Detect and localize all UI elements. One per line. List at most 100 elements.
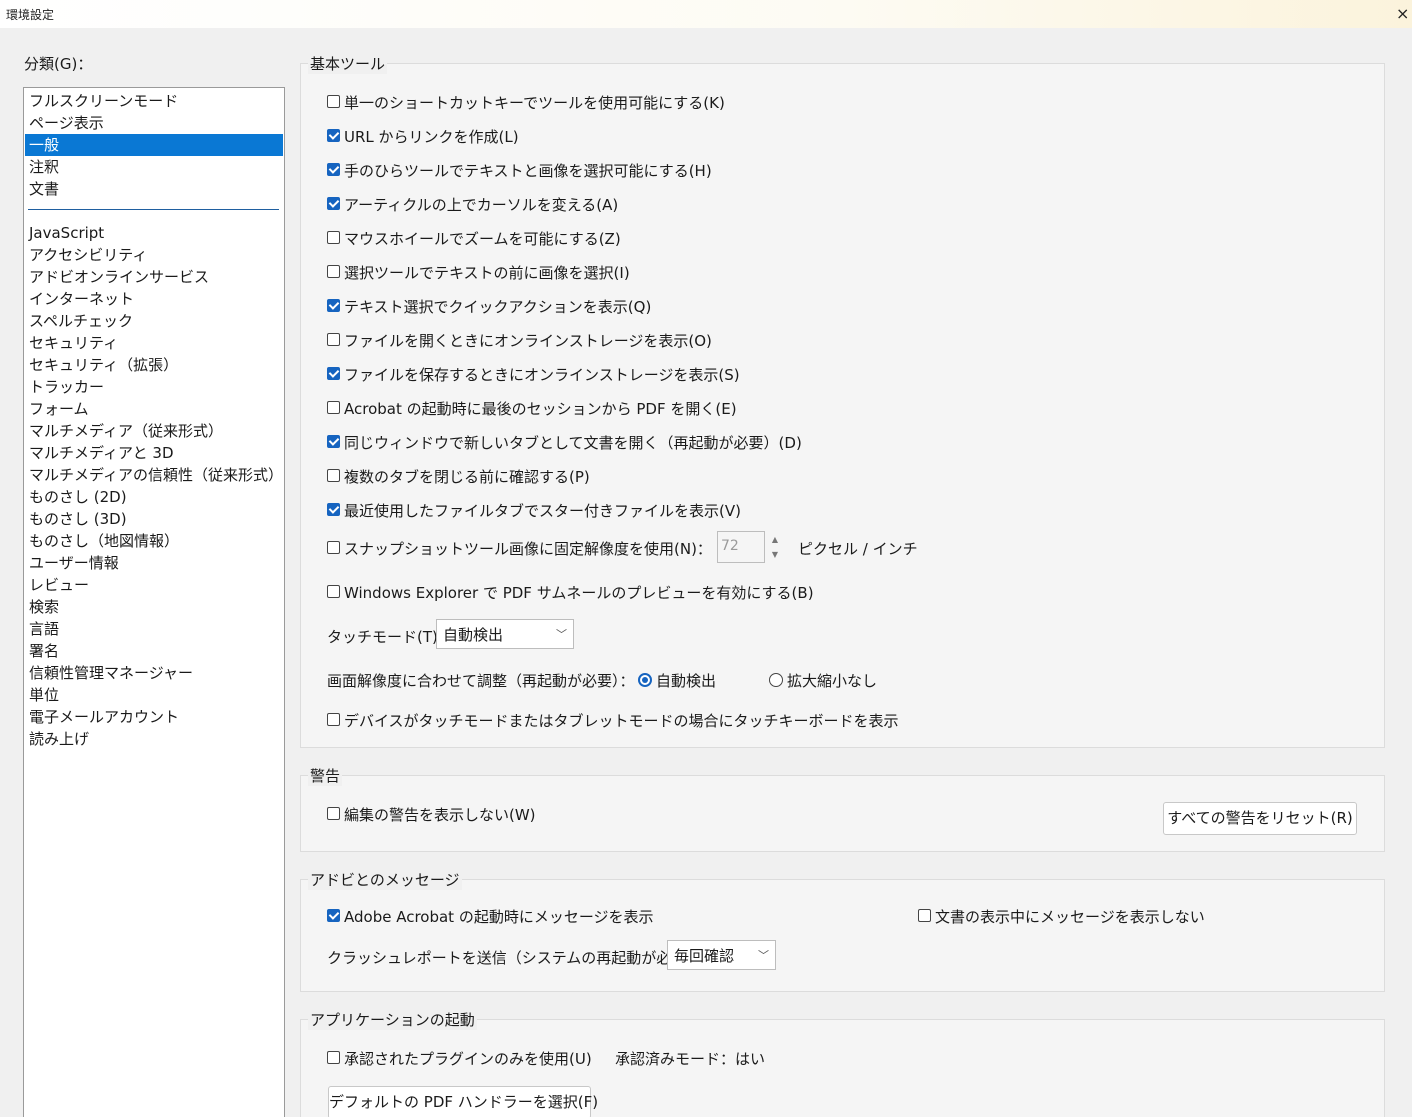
label-no-messages-while-viewing: 文書の表示中にメッセージを表示しない: [935, 908, 1205, 926]
checkbox-show-messages-on-launch[interactable]: [327, 909, 340, 922]
category-item[interactable]: 電子メールアカウント: [25, 706, 283, 728]
category-item[interactable]: 信頼性管理マネージャー: [25, 662, 283, 684]
touch-mode-select[interactable]: 自動検出 ﹀: [436, 619, 574, 649]
label-resolution-auto: 自動検出: [656, 672, 717, 690]
spin-up-icon[interactable]: ▲: [769, 534, 781, 546]
checkbox-mouse-wheel-zoom[interactable]: [327, 231, 340, 244]
label-create-links-from-urls: URL からリンクを作成(L): [344, 128, 519, 146]
label-resolution-none: 拡大縮小なし: [787, 672, 878, 690]
label-screen-resolution: 画面解像度に合わせて調整（再起動が必要）：: [327, 672, 635, 690]
category-list[interactable]: フルスクリーンモード ページ表示 一般 注釈 文書 JavaScript アクセ…: [23, 87, 285, 1117]
category-item[interactable]: アドビオンラインサービス: [25, 266, 283, 288]
label-starred-files: 最近使用したファイルタブでスター付きファイルを表示(V): [344, 502, 741, 520]
checkbox-article-cursor[interactable]: [327, 197, 340, 210]
category-item[interactable]: ものさし (3D): [25, 508, 283, 530]
chevron-down-icon: ﹀: [556, 628, 567, 641]
category-item[interactable]: トラッカー: [25, 376, 283, 398]
title-bar: 環境設定 ×: [0, 0, 1412, 28]
group-title-application-startup: アプリケーションの起動: [308, 1009, 477, 1030]
window-title: 環境設定: [6, 8, 55, 22]
category-item[interactable]: インターネット: [25, 288, 283, 310]
snapshot-resolution-input[interactable]: 72: [717, 531, 765, 563]
checkbox-no-messages-while-viewing[interactable]: [918, 909, 931, 922]
category-item[interactable]: スペルチェック: [25, 310, 283, 332]
category-item[interactable]: ものさし（地図情報）: [25, 530, 283, 552]
category-item-comments[interactable]: 注釈: [25, 156, 283, 178]
radio-resolution-auto[interactable]: [638, 673, 652, 687]
category-item[interactable]: 単位: [25, 684, 283, 706]
label-reopen-last-session: Acrobat の起動時に最後のセッションから PDF を開く(E): [344, 400, 737, 418]
category-item[interactable]: フォーム: [25, 398, 283, 420]
label-hide-edit-warnings: 編集の警告を表示しない(W): [344, 806, 536, 824]
category-item[interactable]: マルチメディアと 3D: [25, 442, 283, 464]
checkbox-quick-actions[interactable]: [327, 299, 340, 312]
label-confirm-close-tabs: 複数のタブを閉じる前に確認する(P): [344, 468, 590, 486]
close-icon[interactable]: ×: [1396, 4, 1410, 22]
label-snapshot-fixed-resolution: スナップショットツール画像に固定解像度を使用(N)：: [344, 540, 712, 558]
checkbox-create-links-from-urls[interactable]: [327, 129, 340, 142]
checkbox-reopen-last-session[interactable]: [327, 401, 340, 414]
chevron-down-icon: ﹀: [758, 949, 769, 962]
category-separator: [28, 209, 279, 210]
checkbox-hand-tool-select[interactable]: [327, 163, 340, 176]
category-item[interactable]: レビュー: [25, 574, 283, 596]
label-article-cursor: アーティクルの上でカーソルを変える(A): [344, 196, 619, 214]
category-item[interactable]: アクセシビリティ: [25, 244, 283, 266]
select-default-pdf-handler-button[interactable]: デフォルトの PDF ハンドラーを選択(F): [328, 1086, 598, 1117]
label-quick-actions: テキスト選択でクイックアクションを表示(Q): [344, 298, 652, 316]
checkbox-explorer-preview[interactable]: [327, 585, 340, 598]
group-title-adobe-messages: アドビとのメッセージ: [308, 869, 462, 890]
label-online-storage-save: ファイルを保存するときにオンラインストレージを表示(S): [344, 366, 740, 384]
label-hand-tool-select: 手のひらツールでテキストと画像を選択可能にする(H): [344, 162, 712, 180]
category-item[interactable]: ものさし (2D): [25, 486, 283, 508]
category-label: 分類(G)：: [24, 55, 93, 73]
label-online-storage-open: ファイルを開くときにオンラインストレージを表示(O): [344, 332, 712, 350]
radio-resolution-none[interactable]: [769, 673, 783, 687]
category-item-documents[interactable]: 文書: [25, 178, 283, 200]
checkbox-confirm-close-tabs[interactable]: [327, 469, 340, 482]
category-item[interactable]: ユーザー情報: [25, 552, 283, 574]
certified-mode-value: はい: [735, 1050, 766, 1068]
label-show-messages-on-launch: Adobe Acrobat の起動時にメッセージを表示: [344, 908, 654, 926]
crash-report-select[interactable]: 毎回確認 ﹀: [667, 940, 776, 970]
reset-all-warnings-button[interactable]: すべての警告をリセット(R): [1163, 802, 1357, 835]
category-item[interactable]: マルチメディアの信頼性（従来形式）: [25, 464, 283, 486]
category-item[interactable]: 検索: [25, 596, 283, 618]
checkbox-online-storage-open[interactable]: [327, 333, 340, 346]
label-certified-plugins-only: 承認されたプラグインのみを使用(U): [344, 1050, 592, 1068]
label-certified-mode: 承認済みモード：: [615, 1050, 736, 1068]
label-single-key-shortcuts: 単一のショートカットキーでツールを使用可能にする(K): [344, 94, 725, 112]
label-select-images-before-text: 選択ツールでテキストの前に画像を選択(I): [344, 264, 630, 282]
category-item[interactable]: セキュリティ（拡張）: [25, 354, 283, 376]
category-item[interactable]: セキュリティ: [25, 332, 283, 354]
resolution-unit-label: ピクセル / インチ: [798, 540, 918, 558]
label-explorer-preview: Windows Explorer で PDF サムネールのプレビューを有効にする…: [344, 584, 814, 602]
category-item[interactable]: JavaScript: [25, 222, 283, 244]
spin-down-icon[interactable]: ▼: [769, 549, 781, 561]
checkbox-single-key-shortcuts[interactable]: [327, 95, 340, 108]
group-adobe-messages: [300, 879, 1385, 992]
checkbox-select-images-before-text[interactable]: [327, 265, 340, 278]
checkbox-online-storage-save[interactable]: [327, 367, 340, 380]
label-crash-report: クラッシュレポートを送信（システムの再起動が必要）：: [327, 949, 709, 967]
category-item-fullscreen[interactable]: フルスクリーンモード: [25, 90, 283, 112]
group-title-basic-tools: 基本ツール: [308, 53, 388, 74]
label-touch-mode: タッチモード(T)：: [327, 628, 453, 646]
category-item[interactable]: 言語: [25, 618, 283, 640]
category-item[interactable]: マルチメディア（従来形式）: [25, 420, 283, 442]
group-title-warnings: 警告: [308, 765, 343, 786]
checkbox-touch-keyboard[interactable]: [327, 713, 340, 726]
checkbox-certified-plugins-only[interactable]: [327, 1051, 340, 1064]
checkbox-open-in-new-tab[interactable]: [327, 435, 340, 448]
crash-report-value: 毎回確認: [674, 947, 735, 965]
category-item[interactable]: 署名: [25, 640, 283, 662]
category-item-page-display[interactable]: ページ表示: [25, 112, 283, 134]
checkbox-starred-files[interactable]: [327, 503, 340, 516]
label-mouse-wheel-zoom: マウスホイールでズームを可能にする(Z): [344, 230, 621, 248]
label-touch-keyboard: デバイスがタッチモードまたはタブレットモードの場合にタッチキーボードを表示: [344, 712, 899, 730]
category-item[interactable]: 読み上げ: [25, 728, 283, 750]
category-item-general[interactable]: 一般: [25, 134, 283, 156]
label-open-in-new-tab: 同じウィンドウで新しいタブとして文書を開く（再起動が必要）(D): [344, 434, 802, 452]
checkbox-hide-edit-warnings[interactable]: [327, 807, 340, 820]
checkbox-snapshot-fixed-resolution[interactable]: [327, 541, 340, 554]
